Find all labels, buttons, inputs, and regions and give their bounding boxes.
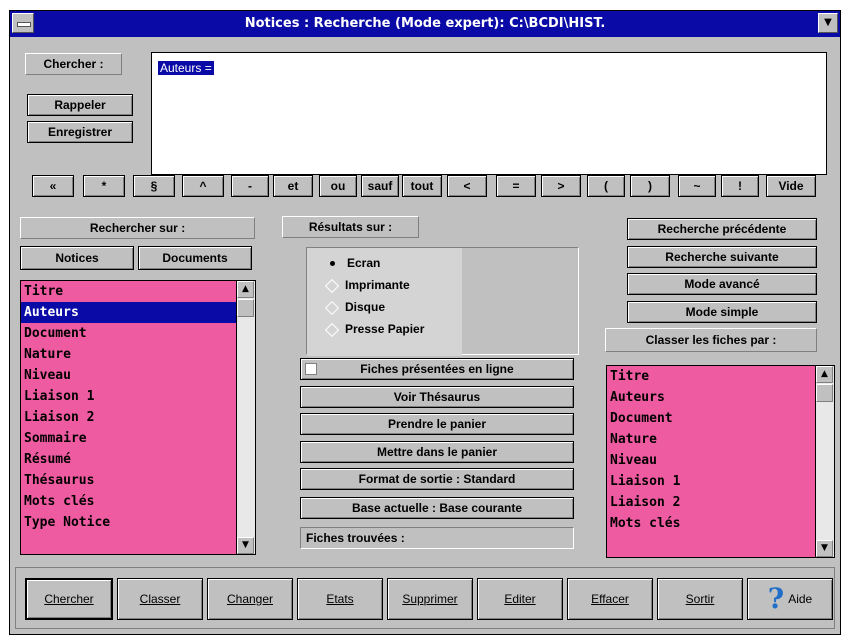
radio-unchecked-icon[interactable] <box>324 278 340 293</box>
sort-field-item[interactable]: Document <box>607 408 815 429</box>
search-field-item[interactable]: Résumé <box>21 449 236 470</box>
query-text[interactable]: Auteurs = <box>158 61 214 75</box>
simple-mode-button[interactable]: Mode simple <box>627 301 817 323</box>
output-radio-option[interactable]: Presse Papier <box>324 322 425 337</box>
query-editor[interactable]: Auteurs = <box>151 52 827 175</box>
search-field-item[interactable]: Liaison 1 <box>21 386 236 407</box>
next-search-button[interactable]: Recherche suivante <box>627 246 817 268</box>
put-in-cart-button[interactable]: Mettre dans le panier <box>300 441 574 463</box>
sort-field-scrollbar[interactable]: ▲ ▼ <box>815 366 834 557</box>
output-radio-label: Ecran <box>347 256 381 270</box>
sort-field-list[interactable]: Titre Auteurs Document Nature Niveau Liaison … <box>606 365 835 558</box>
current-base-button[interactable]: Base actuelle : Base courante <box>300 497 574 519</box>
sort-by-label: Classer les fiches par : <box>605 328 817 352</box>
inline-checkbox[interactable] <box>305 363 317 375</box>
output-radio-group: Ecran Imprimante Disque Presse Papier <box>306 247 579 356</box>
search-field-scrollbar[interactable]: ▲ ▼ <box>236 281 255 554</box>
scroll-down-icon[interactable]: ▼ <box>237 537 254 554</box>
search-field-item[interactable]: Sommaire <box>21 428 236 449</box>
operator-button[interactable]: sauf <box>361 175 399 197</box>
scroll-thumb[interactable] <box>237 299 254 317</box>
sort-button[interactable]: Classer <box>117 578 203 620</box>
sort-field-item[interactable]: Niveau <box>607 450 815 471</box>
search-field-item[interactable]: Titre <box>21 281 236 302</box>
operator-button[interactable]: ! <box>721 175 759 197</box>
sort-scroll-down-icon[interactable]: ▼ <box>816 540 833 557</box>
search-field-item[interactable]: Mots clés <box>21 491 236 512</box>
help-button[interactable]: ? Aide <box>747 578 833 620</box>
sort-scroll-thumb[interactable] <box>816 384 833 402</box>
output-radio-label: Disque <box>345 300 386 314</box>
found-count: Fiches trouvées : <box>300 527 574 549</box>
inline-checkbox-label: Fiches présentées en ligne <box>360 362 514 376</box>
take-cart-button[interactable]: Prendre le panier <box>300 413 574 435</box>
operator-button[interactable]: ) <box>630 175 670 197</box>
output-radio-label: Presse Papier <box>345 322 425 336</box>
search-field-item[interactable]: Thésaurus <box>21 470 236 491</box>
operator-button[interactable]: ^ <box>182 175 224 197</box>
previous-search-button[interactable]: Recherche précédente <box>627 218 817 240</box>
sort-field-item[interactable]: Mots clés <box>607 513 815 534</box>
operator-button[interactable]: « <box>32 175 74 197</box>
help-question-icon: ? <box>767 582 785 615</box>
exit-button[interactable]: Sortir <box>657 578 743 620</box>
operator-button[interactable]: § <box>133 175 175 197</box>
output-radio-option[interactable]: Ecran <box>327 256 380 270</box>
operator-button[interactable]: * <box>83 175 125 197</box>
output-radio-option[interactable]: Imprimante <box>324 278 410 293</box>
minimize-button[interactable]: ▼ <box>818 13 838 33</box>
advanced-mode-button[interactable]: Mode avancé <box>627 273 817 295</box>
operator-button[interactable]: et <box>273 175 313 197</box>
operator-button[interactable]: ~ <box>678 175 716 197</box>
output-format-button[interactable]: Format de sortie : Standard <box>300 468 574 490</box>
operator-button[interactable]: ( <box>587 175 625 197</box>
radio-unchecked-icon[interactable] <box>324 300 340 315</box>
sort-scroll-up-icon[interactable]: ▲ <box>816 366 833 383</box>
save-button[interactable]: Enregistrer <box>27 121 133 143</box>
search-field-item[interactable]: Niveau <box>21 365 236 386</box>
recall-button[interactable]: Rappeler <box>27 94 133 116</box>
results-on-label: Résultats sur : <box>282 216 419 238</box>
tab-notices[interactable]: Notices <box>20 246 134 270</box>
search-field-item[interactable]: Document <box>21 323 236 344</box>
title-bar: Notices : Recherche (Mode expert): C:\BC… <box>10 11 840 37</box>
sort-field-item[interactable]: Liaison 2 <box>607 492 815 513</box>
scroll-up-icon[interactable]: ▲ <box>237 281 254 298</box>
operator-button[interactable]: = <box>496 175 536 197</box>
operator-button[interactable]: - <box>231 175 269 197</box>
sort-field-item[interactable]: Nature <box>607 429 815 450</box>
change-button[interactable]: Changer <box>207 578 293 620</box>
radio-checked-icon[interactable] <box>330 261 335 267</box>
edit-button[interactable]: Editer <box>477 578 563 620</box>
delete-button[interactable]: Supprimer <box>387 578 473 620</box>
tab-documents[interactable]: Documents <box>138 246 252 270</box>
inline-display-toggle[interactable]: Fiches présentées en ligne <box>300 358 574 380</box>
sort-field-item[interactable]: Titre <box>607 366 815 387</box>
output-radio-option[interactable]: Disque <box>324 300 386 315</box>
states-button[interactable]: Etats <box>297 578 383 620</box>
sort-field-item[interactable]: Liaison 1 <box>607 471 815 492</box>
search-field-item[interactable]: Type Notice <box>21 512 236 533</box>
radio-unchecked-icon[interactable] <box>324 322 340 337</box>
system-menu-button[interactable] <box>12 13 34 33</box>
output-radio-label: Imprimante <box>345 278 410 292</box>
operator-button[interactable]: > <box>541 175 581 197</box>
see-thesaurus-button[interactable]: Voir Thésaurus <box>300 386 574 408</box>
help-button-label: Aide <box>788 592 813 606</box>
operator-button[interactable]: < <box>447 175 487 197</box>
operator-button[interactable]: tout <box>402 175 442 197</box>
search-on-label: Rechercher sur : <box>20 217 255 239</box>
operator-button[interactable]: ou <box>319 175 357 197</box>
search-label: Chercher : <box>25 53 122 75</box>
erase-button[interactable]: Effacer <box>567 578 653 620</box>
search-window: Notices : Recherche (Mode expert): C:\BC… <box>9 10 841 635</box>
search-button[interactable]: Chercher <box>25 578 113 620</box>
search-field-list[interactable]: Titre Auteurs Document Nature Niveau Liaison … <box>20 280 256 555</box>
sort-field-item[interactable]: Auteurs <box>607 387 815 408</box>
search-field-item[interactable]: Liaison 2 <box>21 407 236 428</box>
window-title: Notices : Recherche (Mode expert): C:\BC… <box>244 16 606 31</box>
search-field-item[interactable]: Auteurs <box>21 302 236 323</box>
operator-button[interactable]: Vide <box>766 175 816 197</box>
search-field-item[interactable]: Nature <box>21 344 236 365</box>
